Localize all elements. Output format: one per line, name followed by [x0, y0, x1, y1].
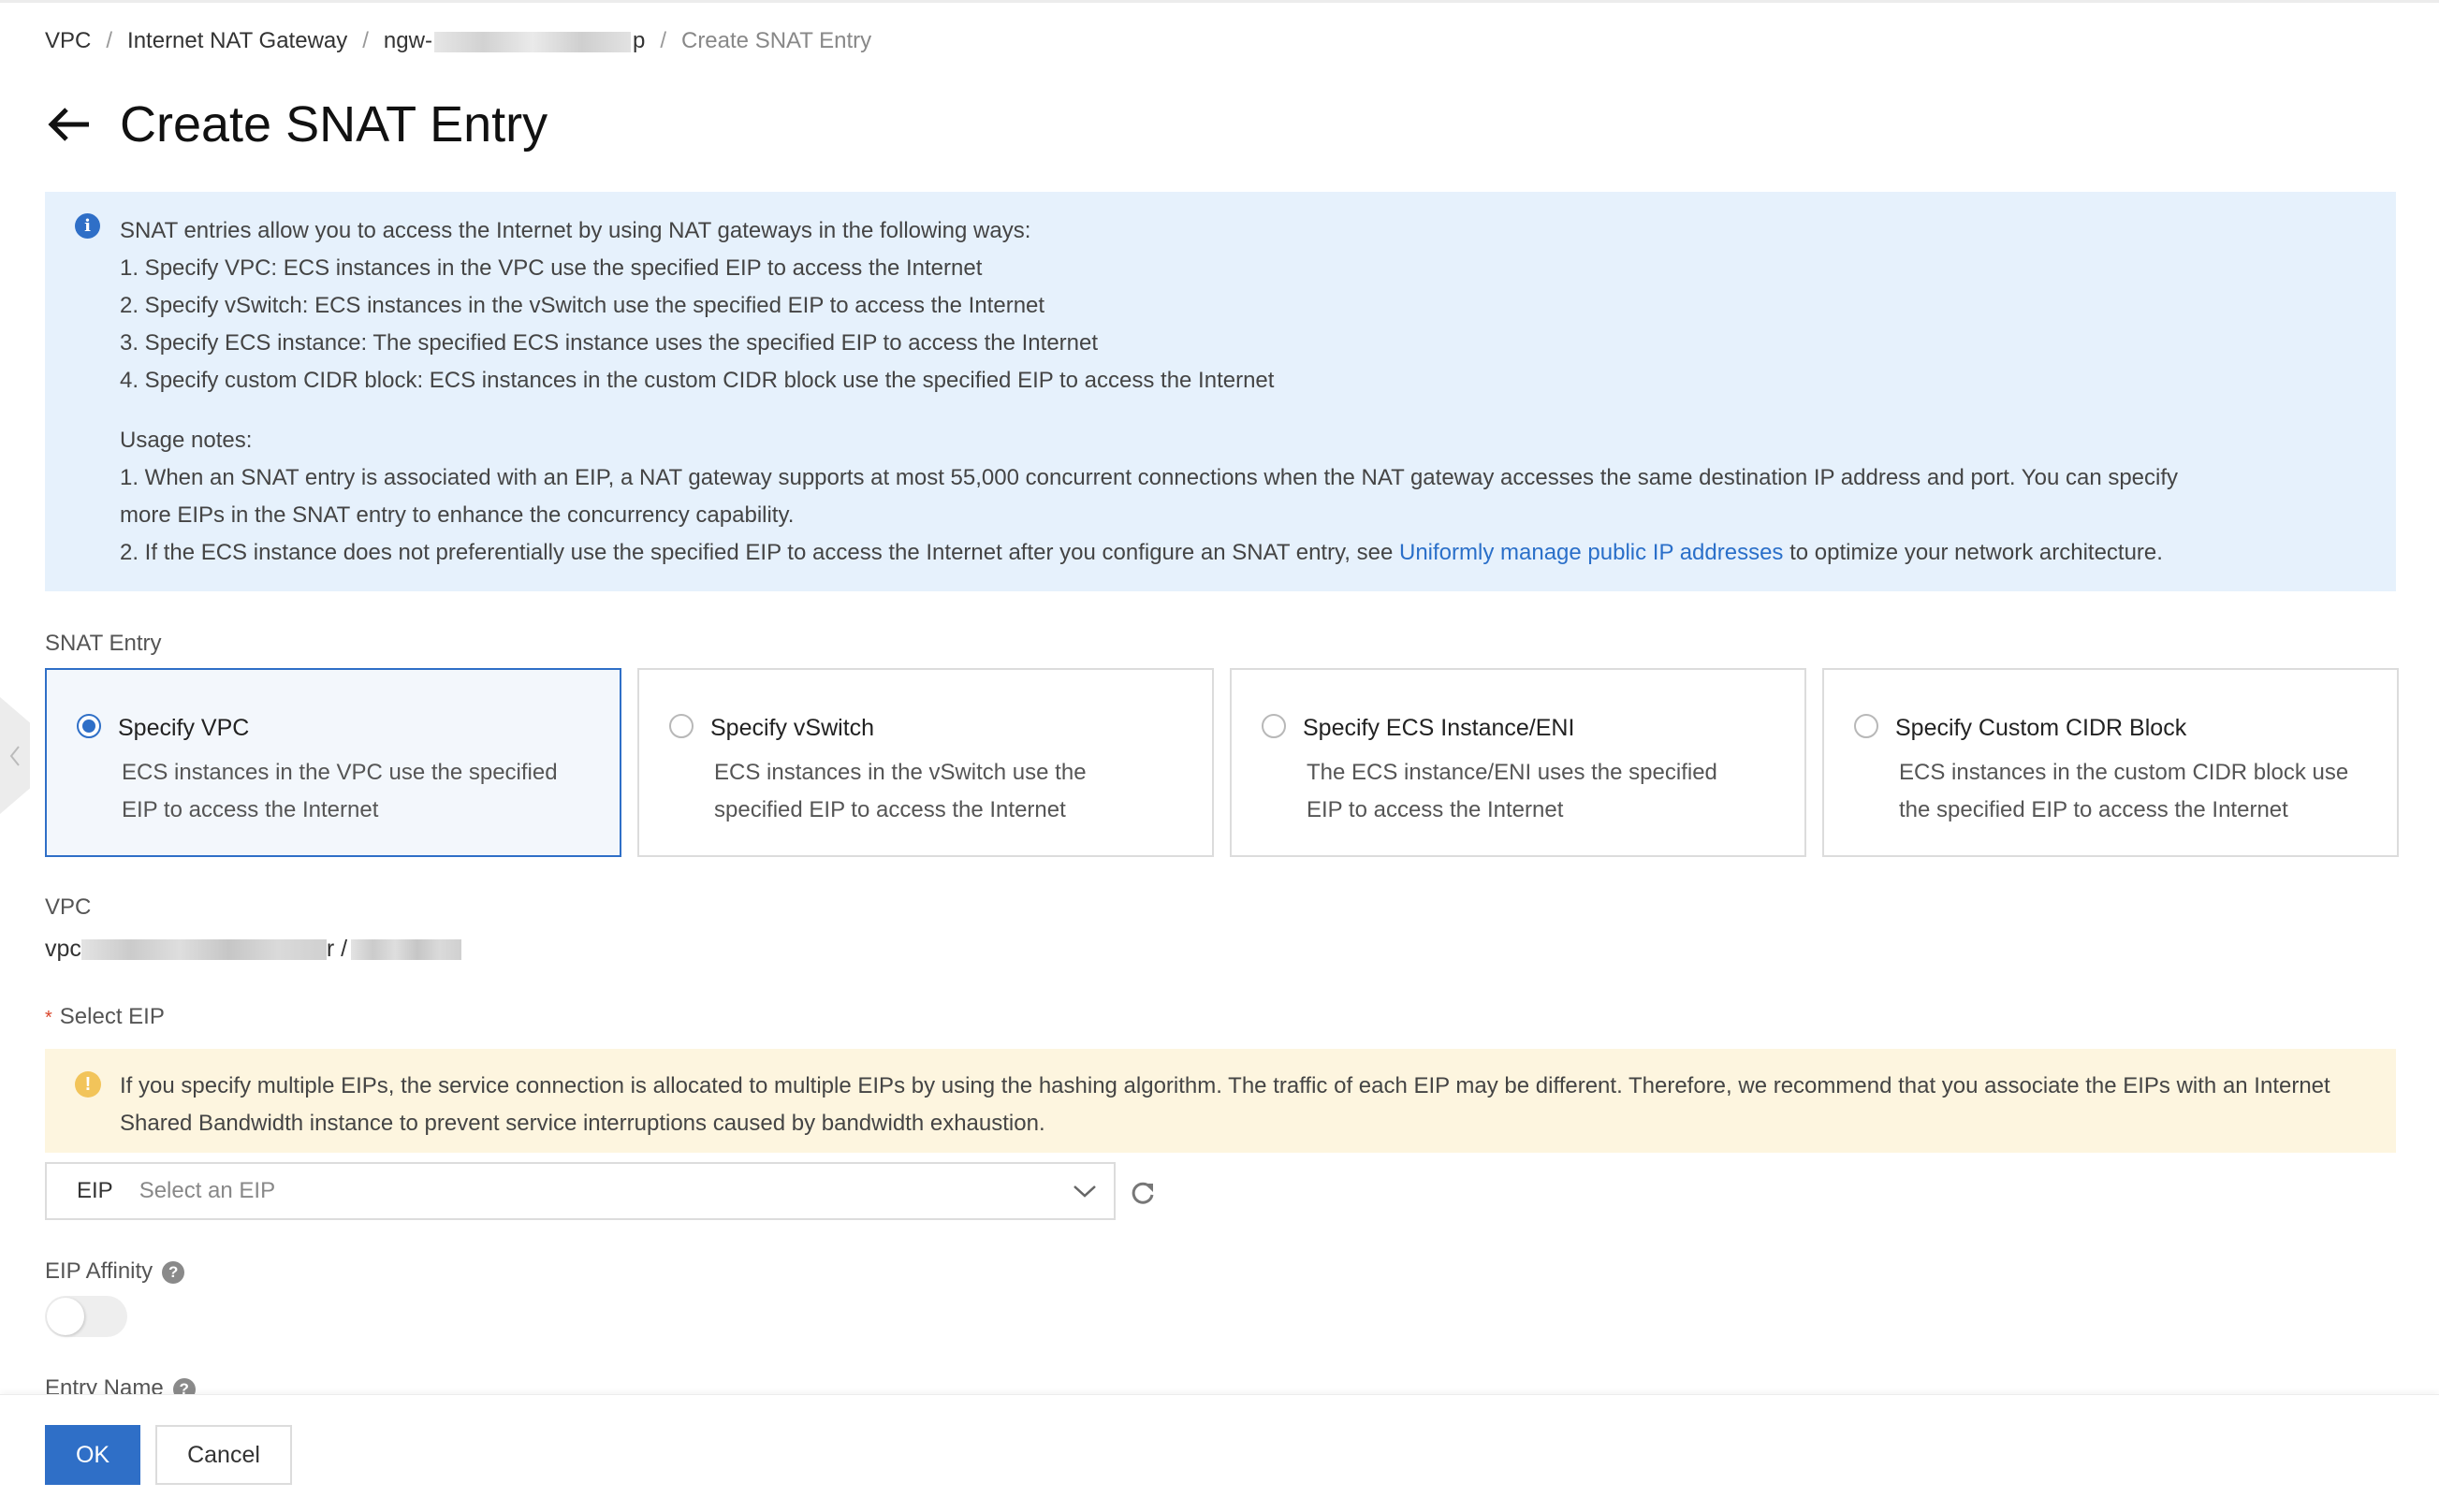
warning-text: If you specify multiple EIPs, the servic…	[120, 1073, 2330, 1136]
chevron-down-icon	[1071, 1177, 1099, 1205]
breadcrumb-nat-gateway[interactable]: Internet NAT Gateway	[127, 28, 347, 54]
eip-affinity-toggle[interactable]	[45, 1296, 127, 1337]
breadcrumb-separator: /	[660, 28, 666, 53]
top-divider	[0, 0, 2439, 3]
info-way: 1. Specify VPC: ECS instances in the VPC…	[120, 255, 983, 281]
warning-alert: ! If you specify multiple EIPs, the serv…	[45, 1049, 2396, 1153]
radio-button[interactable]	[669, 714, 694, 738]
select-eip-label-text: Select EIP	[59, 1004, 165, 1029]
cancel-button[interactable]: Cancel	[155, 1425, 292, 1485]
usage-note-1: 1. When an SNAT entry is associated with…	[120, 459, 2359, 534]
snat-entry-label: SNAT Entry	[45, 631, 162, 656]
gateway-id-prefix: ngw-	[383, 28, 432, 53]
usage-note-1-line-2: more EIPs in the SNAT entry to enhance t…	[120, 502, 795, 528]
redacted-gateway-id	[433, 31, 631, 52]
usage-notes-title: Usage notes:	[120, 428, 253, 453]
breadcrumb: VPC / Internet NAT Gateway / ngw-p / Cre…	[45, 28, 871, 54]
info-way: 2. Specify vSwitch: ECS instances in the…	[120, 293, 1045, 318]
vpc-separator: r /	[326, 936, 348, 962]
info-intro: SNAT entries allow you to access the Int…	[120, 218, 1031, 243]
info-alert: i SNAT entries allow you to access the I…	[45, 192, 2396, 591]
eip-select-prefix: EIP	[77, 1178, 113, 1203]
redacted-vpc-name	[351, 938, 462, 960]
snat-option-custom-cidr[interactable]: Specify Custom CIDR Block ECS instances …	[1822, 668, 2399, 857]
toggle-knob	[47, 1298, 84, 1335]
option-title: Specify Custom CIDR Block	[1895, 715, 2187, 741]
usage-note-2: 2. If the ECS instance does not preferen…	[120, 534, 2359, 572]
gateway-id-suffix: p	[632, 28, 646, 53]
option-description: ECS instances in the vSwitch use the spe…	[714, 760, 1087, 822]
manage-public-ip-link[interactable]: Uniformly manage public IP addresses	[1399, 540, 1783, 565]
breadcrumb-current: Create SNAT Entry	[680, 28, 872, 53]
eip-affinity-label-text: EIP Affinity	[45, 1258, 153, 1284]
eip-affinity-label: EIP Affinity?	[45, 1258, 185, 1285]
option-title: Specify vSwitch	[710, 715, 875, 741]
usage-note-1-line-1: 1. When an SNAT entry is associated with…	[120, 465, 2179, 490]
radio-button[interactable]	[1854, 714, 1878, 738]
page-title: Create SNAT Entry	[120, 96, 548, 153]
breadcrumb-separator: /	[362, 28, 369, 53]
help-icon[interactable]: ?	[162, 1260, 185, 1284]
warning-icon: !	[75, 1071, 101, 1098]
option-description: The ECS instance/ENI uses the specified …	[1307, 760, 1717, 822]
redacted-vpc-id	[80, 938, 327, 960]
option-title: Specify VPC	[118, 715, 250, 741]
snat-option-ecs-instance[interactable]: Specify ECS Instance/ENI The ECS instanc…	[1230, 668, 1806, 857]
snat-option-vpc[interactable]: Specify VPC ECS instances in the VPC use…	[45, 668, 621, 857]
refresh-icon[interactable]	[1128, 1178, 1158, 1208]
option-description: ECS instances in the VPC use the specifi…	[122, 760, 558, 822]
info-way: 3. Specify ECS instance: The specified E…	[120, 330, 1099, 356]
option-title: Specify ECS Instance/ENI	[1303, 715, 1575, 741]
chevron-left-icon	[9, 745, 20, 766]
breadcrumb-vpc[interactable]: VPC	[45, 28, 91, 54]
radio-button[interactable]	[1262, 714, 1286, 738]
info-icon: i	[75, 213, 100, 239]
ok-button[interactable]: OK	[45, 1425, 140, 1485]
page-header: Create SNAT Entry	[45, 95, 548, 153]
vpc-value: vpc r /	[45, 936, 462, 963]
form-footer: OK Cancel	[0, 1394, 2439, 1512]
select-eip-label: * Select EIP	[45, 1004, 165, 1030]
breadcrumb-separator: /	[106, 28, 113, 53]
radio-button[interactable]	[77, 714, 101, 738]
side-panel-toggle[interactable]	[0, 697, 30, 814]
required-asterisk: *	[45, 1008, 52, 1028]
eip-select-placeholder: Select an EIP	[139, 1178, 276, 1203]
breadcrumb-gateway-id[interactable]: ngw-p	[384, 28, 645, 54]
usage-note-2-text: 2. If the ECS instance does not preferen…	[120, 540, 1399, 565]
arrow-left-icon[interactable]	[45, 101, 92, 148]
snat-option-vswitch[interactable]: Specify vSwitch ECS instances in the vSw…	[637, 668, 1214, 857]
eip-select[interactable]: EIP Select an EIP	[45, 1162, 1116, 1220]
vpc-id-prefix: vpc	[45, 936, 81, 962]
info-way: 4. Specify custom CIDR block: ECS instan…	[120, 368, 1275, 393]
usage-note-2-text-end: to optimize your network architecture.	[1783, 540, 2163, 565]
option-description: ECS instances in the custom CIDR block u…	[1899, 760, 2349, 822]
vpc-label: VPC	[45, 894, 92, 920]
